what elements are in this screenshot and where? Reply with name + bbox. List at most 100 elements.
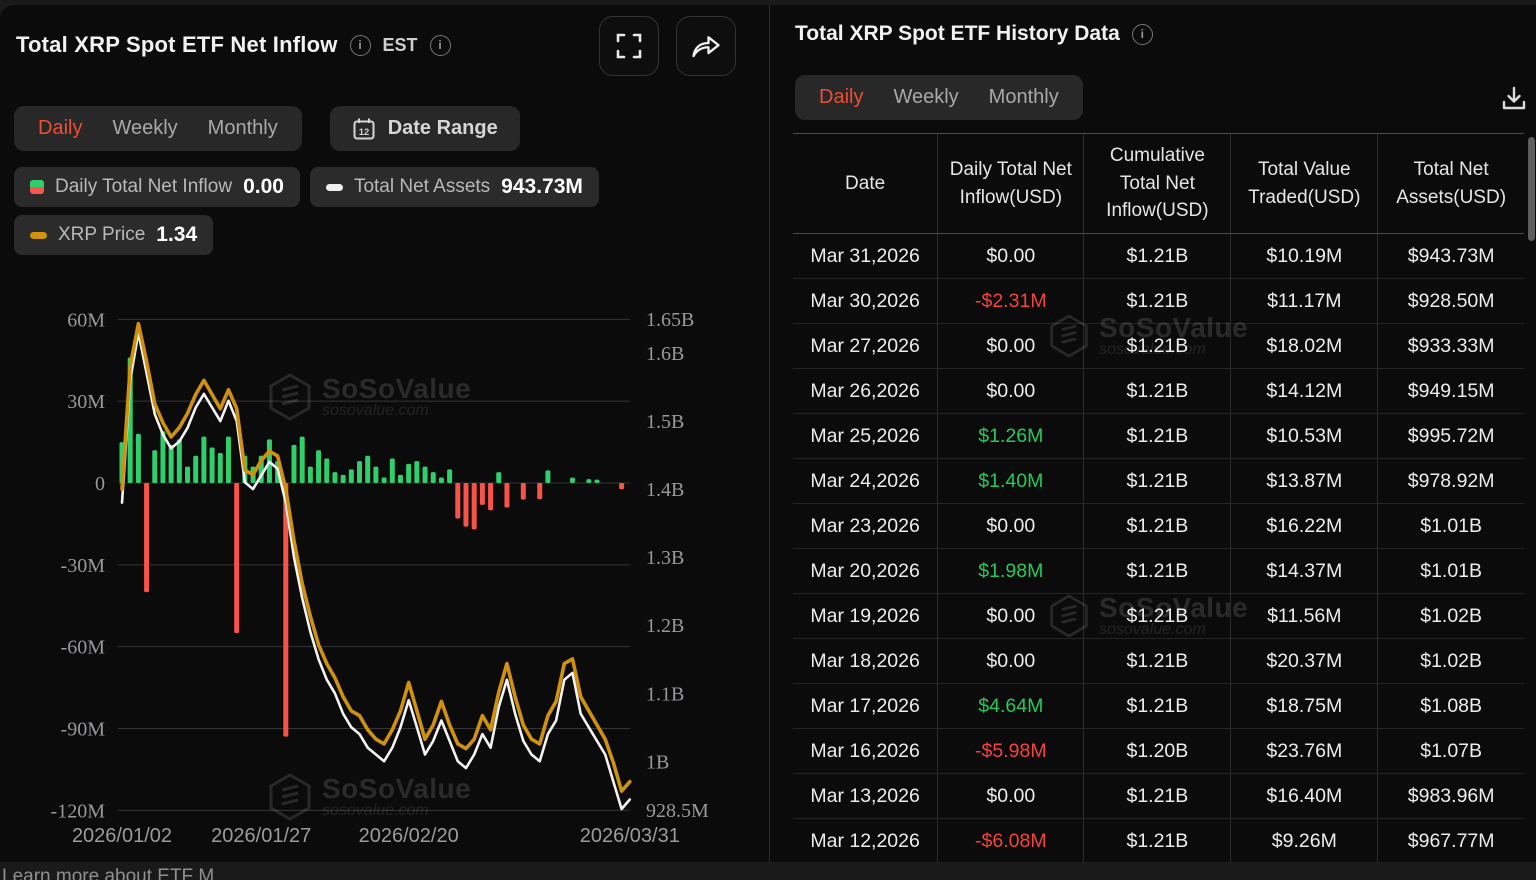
cell-date: Mar 26,2026 — [793, 369, 938, 414]
cell-date: Mar 27,2026 — [793, 324, 938, 369]
cell-date: Mar 18,2026 — [793, 639, 938, 684]
legend-daily-net-inflow[interactable]: Daily Total Net Inflow 0.00 — [14, 167, 300, 207]
svg-text:2026/02/20: 2026/02/20 — [359, 825, 459, 847]
legend-total-net-assets[interactable]: Total Net Assets 943.73M — [310, 167, 599, 207]
date-range-button[interactable]: 12 Date Range — [330, 106, 520, 151]
svg-text:1.2B: 1.2B — [646, 615, 684, 637]
cell-date: Mar 17,2026 — [793, 684, 938, 729]
svg-text:1.3B: 1.3B — [646, 547, 684, 569]
cell-value-traded: $18.75M — [1231, 684, 1378, 729]
info-icon[interactable]: i — [350, 35, 371, 56]
cell-daily-inflow: -$2.31M — [938, 279, 1084, 324]
history-header: Total XRP Spot ETF History Data i — [795, 22, 1153, 46]
svg-text:-90M: -90M — [61, 718, 106, 740]
table-row: Mar 16,2026-$5.98M$1.20B$23.76M$1.07B — [793, 729, 1524, 774]
cell-daily-inflow: $0.00 — [938, 369, 1084, 414]
cell-net-assets: $949.15M — [1378, 369, 1524, 414]
svg-text:30M: 30M — [67, 391, 105, 413]
svg-text:1B: 1B — [646, 751, 669, 773]
col-daily-net-inflow: Daily Total Net Inflow(USD) — [938, 134, 1084, 234]
cell-net-assets: $1.02B — [1378, 639, 1524, 684]
cell-value-traded: $9.26M — [1231, 819, 1378, 863]
svg-text:-60M: -60M — [61, 637, 106, 659]
history-title: Total XRP Spot ETF History Data — [795, 22, 1120, 46]
legend-value: 1.34 — [156, 223, 197, 247]
table-row: Mar 12,2026-$6.08M$1.21B$9.26M$967.77M — [793, 819, 1524, 863]
info-icon[interactable]: i — [1132, 24, 1153, 45]
table-row: Mar 27,2026$0.00$1.21B$18.02M$933.33M — [793, 324, 1524, 369]
svg-text:-30M: -30M — [61, 555, 106, 577]
table-row: Mar 18,2026$0.00$1.21B$20.37M$1.02B — [793, 639, 1524, 684]
cell-cumulative-inflow: $1.20B — [1084, 729, 1231, 774]
cell-cumulative-inflow: $1.21B — [1084, 414, 1231, 459]
cell-value-traded: $23.76M — [1231, 729, 1378, 774]
cell-value-traded: $11.56M — [1231, 594, 1378, 639]
fullscreen-button[interactable] — [599, 16, 659, 76]
net-inflow-panel: Total XRP Spot ETF Net Inflow i EST i — [0, 5, 770, 862]
svg-text:60M: 60M — [67, 309, 105, 331]
tab-weekly[interactable]: Weekly — [893, 86, 958, 109]
table-scrollbar[interactable] — [1528, 137, 1535, 241]
cell-daily-inflow: $0.00 — [938, 504, 1084, 549]
cell-date: Mar 23,2026 — [793, 504, 938, 549]
cell-net-assets: $943.73M — [1378, 234, 1524, 279]
legend-value: 943.73M — [501, 175, 583, 199]
tab-weekly[interactable]: Weekly — [112, 117, 177, 140]
svg-text:2026/01/27: 2026/01/27 — [211, 825, 311, 847]
svg-text:1.6B: 1.6B — [646, 343, 684, 365]
cell-net-assets: $1.07B — [1378, 729, 1524, 774]
svg-text:1.1B: 1.1B — [646, 683, 684, 705]
cell-cumulative-inflow: $1.21B — [1084, 234, 1231, 279]
cell-net-assets: $1.01B — [1378, 504, 1524, 549]
cell-net-assets: $967.77M — [1378, 819, 1524, 863]
tab-daily[interactable]: Daily — [38, 117, 82, 140]
cell-cumulative-inflow: $1.21B — [1084, 279, 1231, 324]
cell-daily-inflow: $0.00 — [938, 774, 1084, 819]
cell-date: Mar 24,2026 — [793, 459, 938, 504]
cell-daily-inflow: -$6.08M — [938, 819, 1084, 863]
table-row: Mar 25,2026$1.26M$1.21B$10.53M$995.72M — [793, 414, 1524, 459]
dashboard-card: Total XRP Spot ETF Net Inflow i EST i — [0, 5, 1536, 862]
svg-text:1.5B: 1.5B — [646, 411, 684, 433]
table-row: Mar 20,2026$1.98M$1.21B$14.37M$1.01B — [793, 549, 1524, 594]
inflow-tabrow: Daily Weekly Monthly 12 Date Range — [14, 106, 520, 151]
cell-date: Mar 12,2026 — [793, 819, 938, 863]
cell-value-traded: $18.02M — [1231, 324, 1378, 369]
history-table: Date Daily Total Net Inflow(USD) Cumulat… — [793, 133, 1524, 862]
cell-daily-inflow: -$5.98M — [938, 729, 1084, 774]
table-row: Mar 31,2026$0.00$1.21B$10.19M$943.73M — [793, 234, 1524, 279]
table-row: Mar 19,2026$0.00$1.21B$11.56M$1.02B — [793, 594, 1524, 639]
cell-cumulative-inflow: $1.21B — [1084, 549, 1231, 594]
col-total-value-traded: Total Value Traded(USD) — [1231, 134, 1378, 234]
cell-value-traded: $11.17M — [1231, 279, 1378, 324]
download-button[interactable] — [1500, 85, 1528, 113]
legend-value: 0.00 — [243, 175, 284, 199]
cell-daily-inflow: $0.00 — [938, 639, 1084, 684]
cell-net-assets: $1.02B — [1378, 594, 1524, 639]
cell-cumulative-inflow: $1.21B — [1084, 459, 1231, 504]
svg-text:1.4B: 1.4B — [646, 479, 684, 501]
cell-net-assets: $983.96M — [1378, 774, 1524, 819]
page-title: Total XRP Spot ETF Net Inflow — [16, 32, 338, 58]
cell-daily-inflow: $1.26M — [938, 414, 1084, 459]
svg-text:928.5M: 928.5M — [646, 800, 709, 822]
cell-date: Mar 13,2026 — [793, 774, 938, 819]
svg-text:2026/03/31: 2026/03/31 — [580, 825, 680, 847]
share-button[interactable] — [676, 16, 736, 76]
cell-daily-inflow: $4.64M — [938, 684, 1084, 729]
svg-text:1.65B: 1.65B — [646, 309, 694, 331]
cell-cumulative-inflow: $1.21B — [1084, 684, 1231, 729]
timezone-info-icon[interactable]: i — [430, 35, 451, 56]
cell-cumulative-inflow: $1.21B — [1084, 369, 1231, 414]
net-inflow-chart[interactable]: 60M30M0-30M-60M-90M-120M1.65B1.6B1.5B1.4… — [0, 280, 770, 862]
history-data-panel: Total XRP Spot ETF History Data i Daily … — [771, 5, 1536, 862]
table-row: Mar 24,2026$1.40M$1.21B$13.87M$978.92M — [793, 459, 1524, 504]
tab-monthly[interactable]: Monthly — [989, 86, 1059, 109]
tab-daily[interactable]: Daily — [819, 86, 863, 109]
cell-cumulative-inflow: $1.21B — [1084, 324, 1231, 369]
legend-xrp-price[interactable]: XRP Price 1.34 — [14, 215, 213, 255]
tab-monthly[interactable]: Monthly — [208, 117, 278, 140]
cell-daily-inflow: $0.00 — [938, 234, 1084, 279]
table-row: Mar 17,2026$4.64M$1.21B$18.75M$1.08B — [793, 684, 1524, 729]
table-row: Mar 26,2026$0.00$1.21B$14.12M$949.15M — [793, 369, 1524, 414]
